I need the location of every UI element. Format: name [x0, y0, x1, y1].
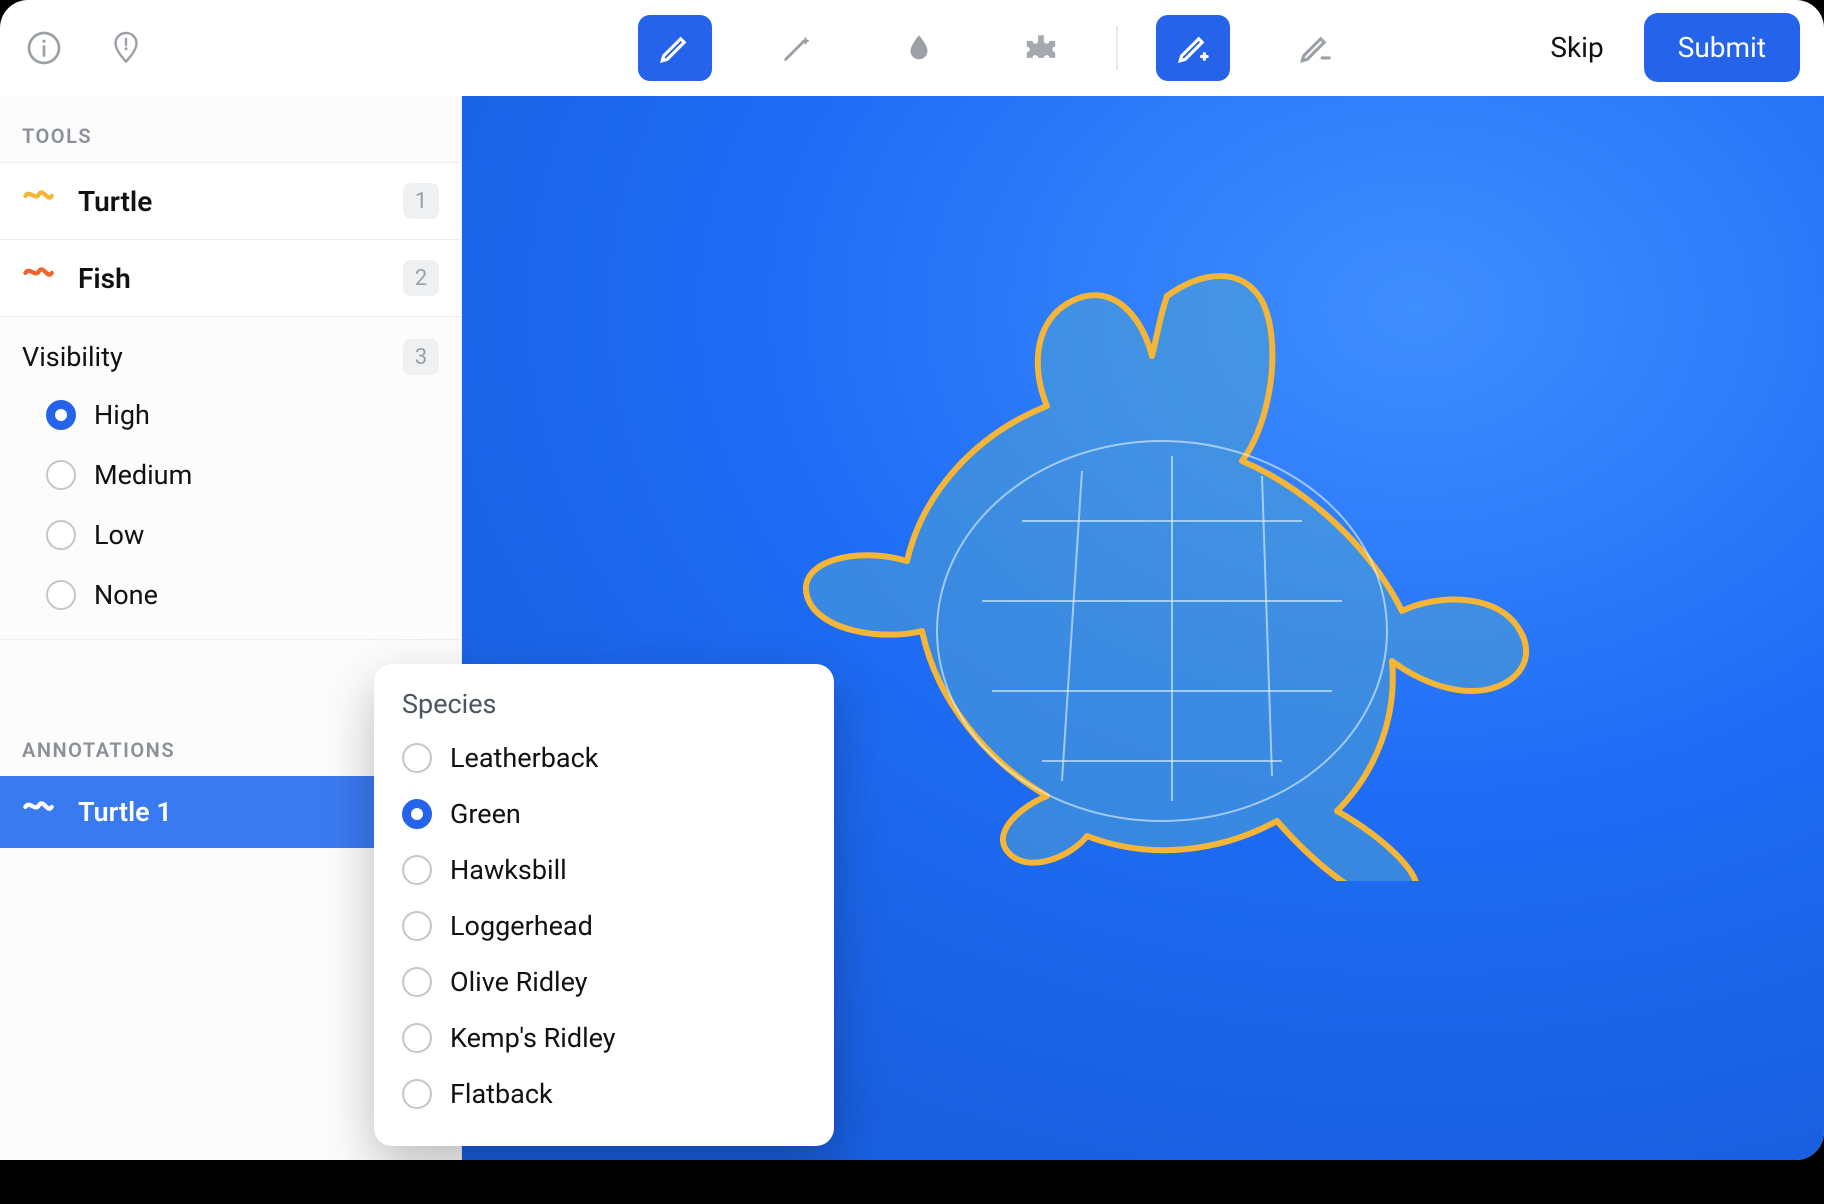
species-option-flatback[interactable]: Flatback: [374, 1066, 834, 1122]
tool-row-turtle[interactable]: Turtle 1: [0, 162, 461, 240]
toolbar-tools: [444, 15, 1546, 81]
species-option-olive-ridley[interactable]: Olive Ridley: [374, 954, 834, 1010]
radio-icon: [46, 400, 76, 430]
radio-icon: [402, 1023, 432, 1053]
topbar-right: Skip Submit: [1546, 13, 1800, 82]
skip-button[interactable]: Skip: [1546, 23, 1607, 72]
toolbar-divider: [1116, 26, 1118, 70]
radio-label: Kemp's Ridley: [450, 1022, 616, 1054]
radio-label: Loggerhead: [450, 910, 593, 942]
radio-icon: [402, 1079, 432, 1109]
visibility-title: Visibility: [22, 341, 403, 373]
blur-tool-button[interactable]: [882, 15, 956, 81]
radio-label: Flatback: [450, 1078, 553, 1110]
submit-button[interactable]: Submit: [1644, 13, 1800, 82]
visibility-block: Visibility 3 High Medium Low None: [0, 317, 461, 640]
radio-icon: [402, 743, 432, 773]
radio-label: High: [94, 399, 150, 431]
squiggle-icon: [22, 797, 56, 827]
app-window: Skip Submit TOOLS Turtle 1 Fish 2 Visibi…: [0, 0, 1824, 1160]
species-option-kemps-ridley[interactable]: Kemp's Ridley: [374, 1010, 834, 1066]
squiggle-icon: [22, 263, 56, 293]
shortcut-badge: 1: [403, 183, 439, 219]
radio-label: Green: [450, 798, 521, 830]
species-popup: Species Leatherback Green Hawksbill Logg…: [374, 664, 834, 1146]
remove-stroke-button[interactable]: [1278, 15, 1352, 81]
radio-label: None: [94, 579, 158, 611]
content: TOOLS Turtle 1 Fish 2 Visibility 3 High: [0, 96, 1824, 1160]
radio-label: Olive Ridley: [450, 966, 588, 998]
species-popup-title: Species: [374, 688, 834, 730]
add-stroke-button[interactable]: [1156, 15, 1230, 81]
visibility-option-low[interactable]: Low: [0, 505, 461, 565]
draw-tool-button[interactable]: [638, 15, 712, 81]
radio-icon: [46, 460, 76, 490]
visibility-option-none[interactable]: None: [0, 565, 461, 625]
puzzle-tool-button[interactable]: [1004, 15, 1078, 81]
tool-label: Fish: [78, 262, 381, 295]
topbar-left: [24, 28, 444, 68]
magic-wand-tool-button[interactable]: [760, 15, 834, 81]
tool-label: Turtle: [78, 185, 381, 218]
radio-icon: [402, 911, 432, 941]
turtle-annotation-outline[interactable]: [772, 261, 1552, 881]
radio-icon: [402, 799, 432, 829]
radio-icon: [46, 520, 76, 550]
topbar: Skip Submit: [0, 0, 1824, 96]
radio-label: Leatherback: [450, 742, 598, 774]
tools-section-header: TOOLS: [0, 96, 461, 162]
visibility-option-high[interactable]: High: [0, 385, 461, 445]
visibility-option-medium[interactable]: Medium: [0, 445, 461, 505]
squiggle-icon: [22, 186, 56, 216]
species-option-hawksbill[interactable]: Hawksbill: [374, 842, 834, 898]
info-icon[interactable]: [24, 28, 64, 68]
radio-icon: [402, 967, 432, 997]
shortcut-badge: 2: [403, 260, 439, 296]
radio-label: Medium: [94, 459, 192, 491]
radio-label: Low: [94, 519, 144, 551]
issue-icon[interactable]: [106, 28, 146, 68]
radio-icon: [402, 855, 432, 885]
species-option-green[interactable]: Green: [374, 786, 834, 842]
radio-label: Hawksbill: [450, 854, 567, 886]
annotation-label: Turtle 1: [78, 796, 172, 828]
tool-row-fish[interactable]: Fish 2: [0, 240, 461, 317]
radio-icon: [46, 580, 76, 610]
shortcut-badge: 3: [403, 339, 439, 375]
visibility-header: Visibility 3: [0, 317, 461, 385]
species-option-loggerhead[interactable]: Loggerhead: [374, 898, 834, 954]
species-option-leatherback[interactable]: Leatherback: [374, 730, 834, 786]
